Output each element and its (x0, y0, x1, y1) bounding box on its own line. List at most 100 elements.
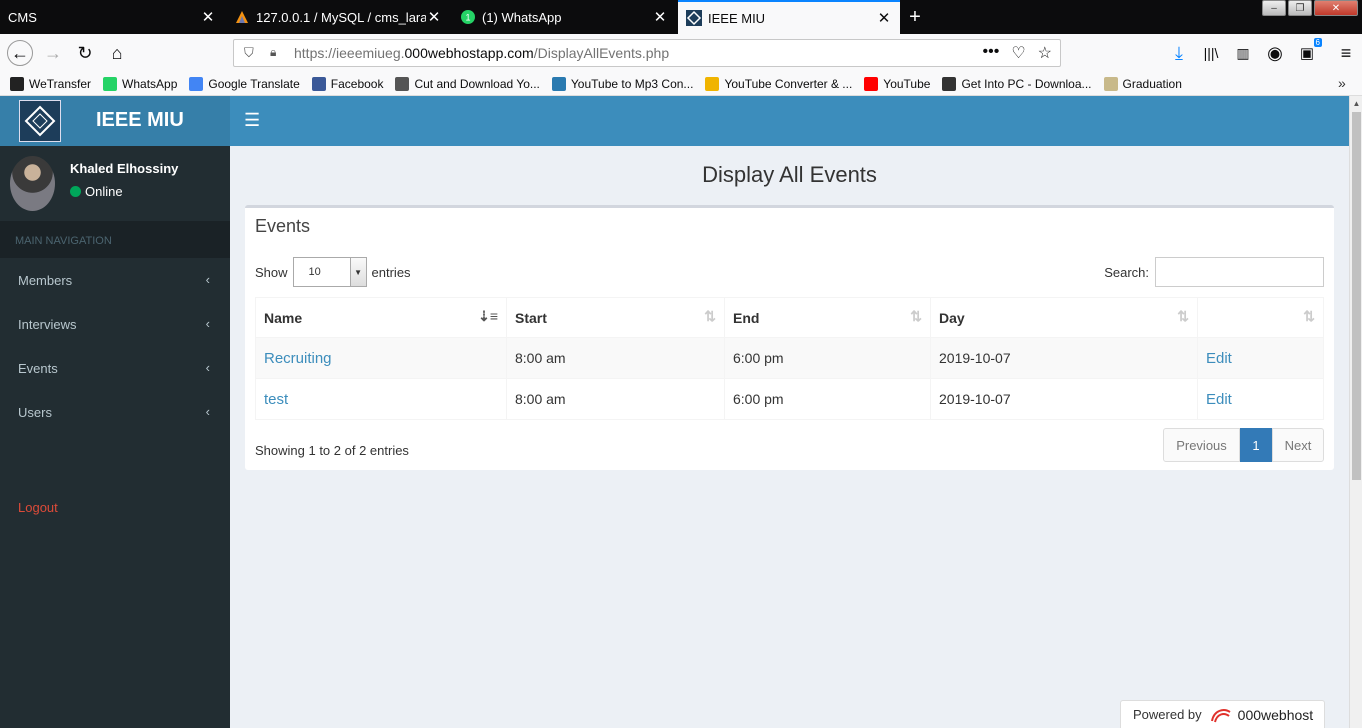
lock-icon[interactable]: 🔒︎ (270, 45, 276, 60)
column-header-start[interactable]: Start ⇅ (506, 297, 725, 338)
bookmark-item[interactable]: WhatsApp (103, 76, 177, 91)
bookmark-label: WeTransfer (29, 76, 92, 91)
next-page-button[interactable]: Next (1272, 428, 1324, 462)
reload-icon[interactable]: ↻ (72, 40, 98, 66)
bookmark-label: YouTube Converter & ... (724, 76, 853, 91)
bookmark-item[interactable]: Google Translate (189, 76, 300, 91)
scroll-up-icon[interactable]: ▲ (1350, 96, 1362, 110)
account-icon[interactable]: ◉ (1262, 40, 1288, 66)
bookmark-item[interactable]: Facebook (311, 76, 383, 91)
pocket-icon[interactable]: ♡ (1011, 43, 1025, 63)
close-icon[interactable]: ✕ (200, 9, 216, 26)
menu-icon[interactable]: ≡ (1333, 40, 1359, 66)
tab-title: (1) WhatsApp (482, 9, 562, 25)
brand-title[interactable]: IEEE MIU (96, 109, 184, 132)
bookmark-label: Graduation (1122, 76, 1182, 91)
browser-tab-ieee-miu[interactable]: IEEE MIU ✕ (678, 0, 900, 34)
bookmark-label: YouTube to Mp3 Con... (570, 76, 694, 91)
forward-icon[interactable]: → (40, 40, 66, 66)
event-name-link[interactable]: Recruiting (264, 350, 332, 367)
top-header-bar: ☰ (230, 96, 1349, 146)
online-dot-icon (70, 186, 81, 197)
table-row: test 8:00 am 6:00 pm 2019-10-07 Edit (255, 378, 1324, 420)
page-title: Display All Events (702, 162, 877, 187)
column-header-day[interactable]: Day ⇅ (930, 297, 1198, 338)
sort-icon: ⇅ (1177, 308, 1189, 324)
sidebar-icon[interactable]: ▥ (1230, 40, 1256, 66)
restore-button[interactable]: ❐ (1288, 0, 1312, 16)
page-length-select[interactable]: 10 ▼ (292, 257, 367, 287)
extension-icon[interactable]: ▣ 6 (1294, 38, 1322, 66)
table-row: Recruiting 8:00 am 6:00 pm 2019-10-07 Ed… (255, 337, 1324, 379)
hamburger-menu-icon[interactable]: ☰ (244, 110, 260, 131)
column-header-actions[interactable]: ⇅ (1197, 297, 1324, 338)
nav-header: MAIN NAVIGATION (0, 221, 230, 258)
scrollbar-thumb[interactable] (1352, 112, 1361, 480)
window-close-button[interactable]: ✕ (1314, 0, 1358, 16)
search-input[interactable] (1155, 257, 1324, 287)
edit-link[interactable]: Edit (1206, 350, 1232, 367)
dropdown-arrow-icon[interactable]: ▼ (349, 258, 366, 286)
badge-count: 6 (1313, 38, 1322, 47)
url-text: https://ieeemiueg.000webhostapp.com/Disp… (294, 45, 670, 61)
cell-action: Edit (1197, 378, 1324, 420)
ieee-logo-icon[interactable] (19, 100, 61, 142)
url-bar[interactable]: ⛉ 🔒︎ https://ieeemiueg.000webhostapp.com… (233, 39, 1061, 67)
column-header-name[interactable]: Name ⇣≡ (255, 297, 507, 338)
sort-ascending-icon: ⇣≡ (478, 308, 498, 324)
bookmark-star-icon[interactable]: ☆ (1038, 43, 1052, 63)
sidebar-item-events[interactable]: Events ‹ (0, 347, 230, 391)
bookmark-favicon-icon (864, 76, 879, 91)
user-status[interactable]: Online (70, 184, 123, 199)
edit-link[interactable]: Edit (1206, 391, 1232, 408)
bookmark-item[interactable]: YouTube to Mp3 Con... (551, 76, 694, 91)
powered-by-badge[interactable]: Powered by 000webhost (1120, 700, 1325, 728)
close-icon[interactable]: ✕ (876, 10, 892, 27)
cell-action: Edit (1197, 337, 1324, 379)
bookmark-item[interactable]: YouTube Converter & ... (705, 76, 853, 91)
logout-link[interactable]: Logout (18, 500, 58, 515)
events-box: Events Show 10 ▼ entries Search: Name ⇣≡ … (245, 205, 1334, 470)
chevron-left-icon: ‹ (205, 316, 210, 331)
bookmark-item[interactable]: YouTube (864, 76, 930, 91)
browser-tab-cms[interactable]: CMS ✕ (0, 0, 224, 34)
library-icon[interactable]: |||\ (1198, 40, 1224, 66)
powered-by-label: Powered by (1133, 707, 1202, 722)
previous-page-button[interactable]: Previous (1163, 428, 1240, 462)
search-control: Search: (1104, 257, 1324, 287)
sidebar-item-interviews[interactable]: Interviews ‹ (0, 303, 230, 347)
sidebar-item-label: Events (18, 361, 58, 376)
cell-day: 2019-10-07 (930, 378, 1198, 420)
browser-tab-phpmyadmin[interactable]: 127.0.0.1 / MySQL / cms_larave ✕ (226, 0, 450, 34)
event-name-link[interactable]: test (264, 391, 288, 408)
tracking-shield-icon[interactable]: ⛉ (244, 45, 254, 61)
svg-text:1: 1 (465, 13, 470, 23)
minimize-button[interactable]: – (1262, 0, 1286, 16)
sidebar: IEEE MIU Khaled Elhossiny Online MAIN NA… (0, 96, 230, 728)
bookmarks-bar: WeTransfer WhatsApp Google Translate Facebo… (0, 72, 1362, 96)
bookmark-item[interactable]: WeTransfer (10, 76, 92, 91)
sort-icon: ⇅ (1303, 308, 1315, 324)
page-length-value: 10 (308, 266, 321, 278)
home-icon[interactable]: ⌂ (104, 40, 130, 66)
user-panel: Khaled Elhossiny Online (0, 146, 230, 221)
page-1-button[interactable]: 1 (1240, 428, 1272, 462)
bookmark-item[interactable]: Get Into PC - Downloa... (942, 76, 1092, 91)
bookmark-item[interactable]: Cut and Download Yo... (395, 76, 540, 91)
page-scrollbar[interactable]: ▲ (1349, 96, 1362, 728)
close-icon[interactable]: ✕ (426, 9, 442, 26)
status-text: Online (85, 184, 123, 199)
browser-tab-whatsapp[interactable]: 1 (1) WhatsApp ✕ (452, 0, 676, 34)
bookmarks-overflow-icon[interactable]: » (1338, 75, 1346, 91)
bookmark-item[interactable]: Graduation (1103, 76, 1182, 91)
bookmark-favicon-icon (10, 76, 24, 91)
sidebar-item-members[interactable]: Members ‹ (0, 259, 230, 303)
sidebar-item-users[interactable]: Users ‹ (0, 391, 230, 435)
new-tab-button[interactable]: + (903, 5, 927, 29)
close-icon[interactable]: ✕ (652, 9, 668, 26)
chevron-left-icon: ‹ (205, 272, 210, 287)
column-header-end[interactable]: End ⇅ (724, 297, 931, 338)
download-icon[interactable]: ⤓ (1166, 40, 1192, 66)
back-icon[interactable]: ← (7, 40, 33, 66)
page-actions-icon[interactable]: ••• (983, 43, 1000, 63)
